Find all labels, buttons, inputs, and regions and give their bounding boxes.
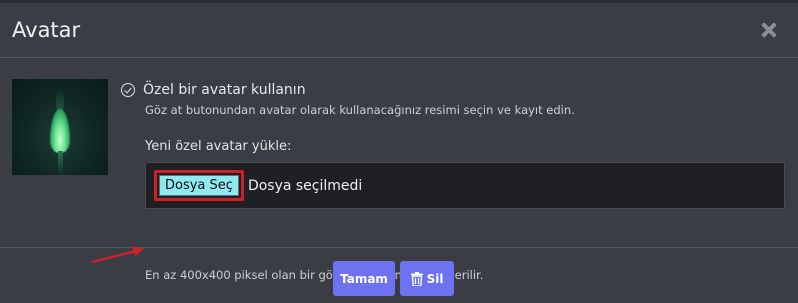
choose-file-button[interactable]: Dosya Seç <box>159 175 239 196</box>
ok-button[interactable]: Tamam <box>333 261 395 296</box>
custom-avatar-label: Özel bir avatar kullanın <box>143 82 306 98</box>
dialog-body: Özel bir avatar kullanın Göz at butonund… <box>0 58 798 282</box>
avatar-dialog: Avatar Özel bir avatar kullanın Göz at b… <box>0 3 798 303</box>
close-icon[interactable] <box>759 20 779 40</box>
dialog-footer: Tamam Sil <box>0 249 798 303</box>
ok-label: Tamam <box>340 271 388 286</box>
avatar-flame <box>50 109 70 153</box>
file-status: Dosya seçilmedi <box>247 177 363 194</box>
upload-label: Yeni özel avatar yükle: <box>145 139 292 154</box>
file-button-highlight: Dosya Seç <box>154 170 244 201</box>
dialog-title: Avatar <box>12 18 81 42</box>
dialog-header: Avatar <box>0 3 798 58</box>
custom-avatar-option[interactable]: Özel bir avatar kullanın <box>121 82 306 98</box>
check-circle-icon <box>121 83 135 97</box>
file-input[interactable]: Dosya Seç Dosya seçilmedi <box>145 162 785 209</box>
browse-hint: Göz at butonundan avatar olarak kullanac… <box>145 103 575 117</box>
avatar-stem <box>58 151 63 175</box>
delete-button[interactable]: Sil <box>400 261 454 296</box>
avatar-image <box>12 79 108 175</box>
trash-icon <box>410 271 423 286</box>
delete-label: Sil <box>426 271 444 286</box>
